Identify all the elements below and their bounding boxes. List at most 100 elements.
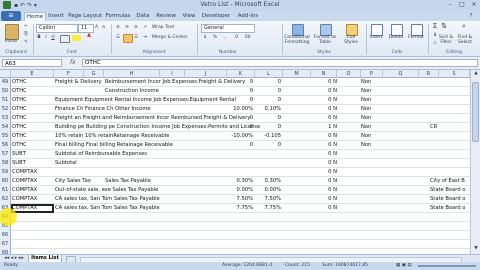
- paste-button[interactable]: Paste: [2, 39, 20, 44]
- sort-filter-icon[interactable]: ⇅: [440, 23, 448, 30]
- cell[interactable]: 0 N: [311, 96, 337, 105]
- cell[interactable]: [255, 222, 281, 231]
- align-middle-icon[interactable]: ≡: [123, 25, 131, 30]
- cell[interactable]: [430, 114, 470, 123]
- cell[interactable]: [105, 132, 225, 141]
- cell[interactable]: 0: [227, 96, 253, 105]
- cell[interactable]: Non: [361, 105, 383, 114]
- column-header[interactable]: F: [54, 70, 84, 78]
- conditional-formatting-button[interactable]: Conditional Formatting: [284, 35, 310, 45]
- cell[interactable]: [430, 78, 470, 87]
- cell[interactable]: [12, 240, 54, 249]
- cell[interactable]: [105, 150, 225, 159]
- tab-page-layout[interactable]: Page Layout: [68, 12, 102, 21]
- cell[interactable]: 0: [255, 78, 281, 87]
- row-header[interactable]: 56: [0, 141, 11, 150]
- sheet-nav-arrows-icon[interactable]: ◂◂ ◂ ▸ ▸▸: [2, 256, 26, 261]
- help-icon[interactable]: ?: [466, 12, 476, 21]
- align-bottom-icon[interactable]: ≡: [132, 25, 140, 30]
- cell[interactable]: [430, 231, 470, 240]
- cell[interactable]: 0: [255, 141, 281, 150]
- cell[interactable]: [361, 213, 383, 222]
- paste-icon[interactable]: [5, 24, 19, 40]
- cell[interactable]: [105, 213, 225, 222]
- cell[interactable]: [105, 159, 225, 168]
- cell[interactable]: [430, 159, 470, 168]
- column-header[interactable]: R: [419, 70, 439, 78]
- autosum-icon[interactable]: Σ: [431, 23, 439, 30]
- tab-review[interactable]: Review: [154, 12, 178, 21]
- cell[interactable]: -10.00%: [227, 132, 253, 141]
- wrap-text-button[interactable]: Wrap Text: [152, 25, 186, 30]
- scroll-up-icon[interactable]: ▲: [472, 71, 480, 76]
- cell[interactable]: [227, 150, 253, 159]
- row-header[interactable]: 58: [0, 159, 11, 168]
- cell[interactable]: Non: [361, 114, 383, 123]
- percent-icon[interactable]: %: [211, 35, 219, 40]
- column-header[interactable]: N: [311, 70, 337, 78]
- cell[interactable]: [105, 141, 225, 150]
- cell[interactable]: 0 N: [311, 132, 337, 141]
- tab-view[interactable]: View: [180, 12, 198, 21]
- worksheet-grid[interactable]: E F G H I J K L M N O P Q R S 49 OTHC Frei…: [0, 70, 470, 254]
- column-header[interactable]: O: [337, 70, 361, 78]
- cell[interactable]: State Board o: [430, 204, 470, 213]
- cell[interactable]: [227, 231, 253, 240]
- cell[interactable]: CR: [430, 123, 470, 132]
- cell[interactable]: Sales Tax Payable: [105, 177, 225, 186]
- select-all-corner[interactable]: [0, 70, 11, 78]
- cell[interactable]: Non: [361, 78, 383, 87]
- cell[interactable]: [430, 132, 470, 141]
- cell[interactable]: [105, 231, 225, 240]
- orientation-icon[interactable]: ↗: [141, 25, 149, 30]
- cell[interactable]: -0.105: [255, 132, 281, 141]
- cell[interactable]: [105, 168, 225, 177]
- cell[interactable]: COMPTAX: [12, 195, 54, 204]
- row-header[interactable]: 54: [0, 123, 11, 132]
- column-header[interactable]: P: [361, 70, 383, 78]
- insert-function-icon[interactable]: fx: [70, 59, 76, 66]
- cell[interactable]: [105, 123, 225, 132]
- grow-font-icon[interactable]: A: [93, 25, 100, 30]
- cell[interactable]: [227, 222, 253, 231]
- row-header[interactable]: 59: [0, 168, 11, 177]
- cell[interactable]: 7.75%: [255, 204, 281, 213]
- cell[interactable]: 0 N: [311, 204, 337, 213]
- cell[interactable]: [311, 213, 337, 222]
- cell[interactable]: OTHC: [12, 78, 54, 87]
- fill-color-icon[interactable]: [72, 35, 81, 41]
- cell[interactable]: [311, 222, 337, 231]
- cell[interactable]: [255, 231, 281, 240]
- align-top-icon[interactable]: ≡: [114, 25, 122, 30]
- row-header[interactable]: 67: [0, 240, 11, 249]
- cell[interactable]: [430, 150, 470, 159]
- scroll-down-icon[interactable]: ▼: [472, 246, 480, 251]
- cell[interactable]: 0: [227, 78, 253, 87]
- find-select-button[interactable]: Find & Select: [456, 35, 474, 45]
- cell[interactable]: Reimbursement Incor Job Expenses:Freight…: [105, 78, 245, 87]
- decrease-decimal-icon[interactable]: .00: [242, 35, 252, 40]
- cell[interactable]: 0 N: [311, 195, 337, 204]
- cell[interactable]: [430, 222, 470, 231]
- cell[interactable]: 1 N: [311, 123, 337, 132]
- cell[interactable]: OTHC: [12, 141, 54, 150]
- cell[interactable]: [105, 105, 225, 114]
- cell[interactable]: [361, 150, 383, 159]
- column-header[interactable]: J: [185, 70, 227, 78]
- column-header[interactable]: S: [439, 70, 470, 78]
- align-left-icon[interactable]: ☰: [114, 35, 122, 40]
- cell[interactable]: [361, 231, 383, 240]
- cell[interactable]: [105, 96, 225, 105]
- font-color-icon[interactable]: A: [85, 34, 93, 39]
- cell[interactable]: OTHC: [12, 105, 54, 114]
- italic-icon[interactable]: I: [43, 35, 49, 40]
- row-header[interactable]: 66: [0, 231, 11, 240]
- cell[interactable]: 0: [227, 87, 253, 96]
- indent-icon[interactable]: ⇥: [141, 35, 149, 40]
- cell[interactable]: [105, 186, 225, 195]
- font-size-select[interactable]: 11: [78, 24, 94, 33]
- comma-style-icon[interactable]: ,: [221, 35, 229, 40]
- borders-icon[interactable]: [60, 35, 70, 43]
- copy-icon[interactable]: ⎘: [22, 32, 30, 37]
- cell[interactable]: OTHC: [12, 87, 54, 96]
